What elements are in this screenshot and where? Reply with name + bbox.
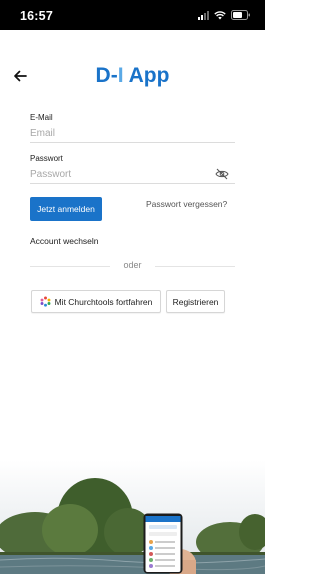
churchtools-logo-icon — [40, 296, 51, 307]
divider: oder — [30, 259, 235, 273]
divider-text: oder — [123, 260, 142, 270]
churchtools-button[interactable]: Mit Churchtools fortfahren — [31, 290, 161, 313]
app-title-dash: - — [110, 64, 118, 87]
eye-off-icon[interactable] — [215, 168, 229, 180]
status-icons — [198, 10, 251, 20]
password-field[interactable] — [30, 166, 235, 184]
phone-mockup-image — [143, 513, 183, 574]
status-time: 16:57 — [20, 9, 53, 23]
wifi-icon — [214, 10, 226, 19]
signal-icon — [198, 10, 209, 20]
divider-line-right — [155, 266, 235, 267]
battery-icon — [231, 10, 250, 20]
login-button[interactable]: Jetzt anmelden — [30, 197, 102, 221]
status-bar: 16:57 — [0, 0, 265, 30]
switch-account-link[interactable]: Account wechseln — [30, 236, 99, 246]
landscape-illustration — [0, 460, 265, 574]
churchtools-button-label: Mit Churchtools fortfahren — [54, 296, 153, 307]
email-label: E-Mail — [30, 113, 53, 122]
register-button[interactable]: Registrieren — [166, 290, 225, 313]
app-title: D-I App — [0, 64, 265, 88]
email-field[interactable] — [30, 125, 235, 143]
app-title-prefix: D — [95, 64, 111, 87]
password-label: Passwort — [30, 154, 63, 163]
header: D-I App — [0, 62, 265, 92]
forgot-password-link[interactable]: Passwort vergessen? — [146, 199, 227, 209]
app-title-suffix: App — [123, 64, 170, 87]
